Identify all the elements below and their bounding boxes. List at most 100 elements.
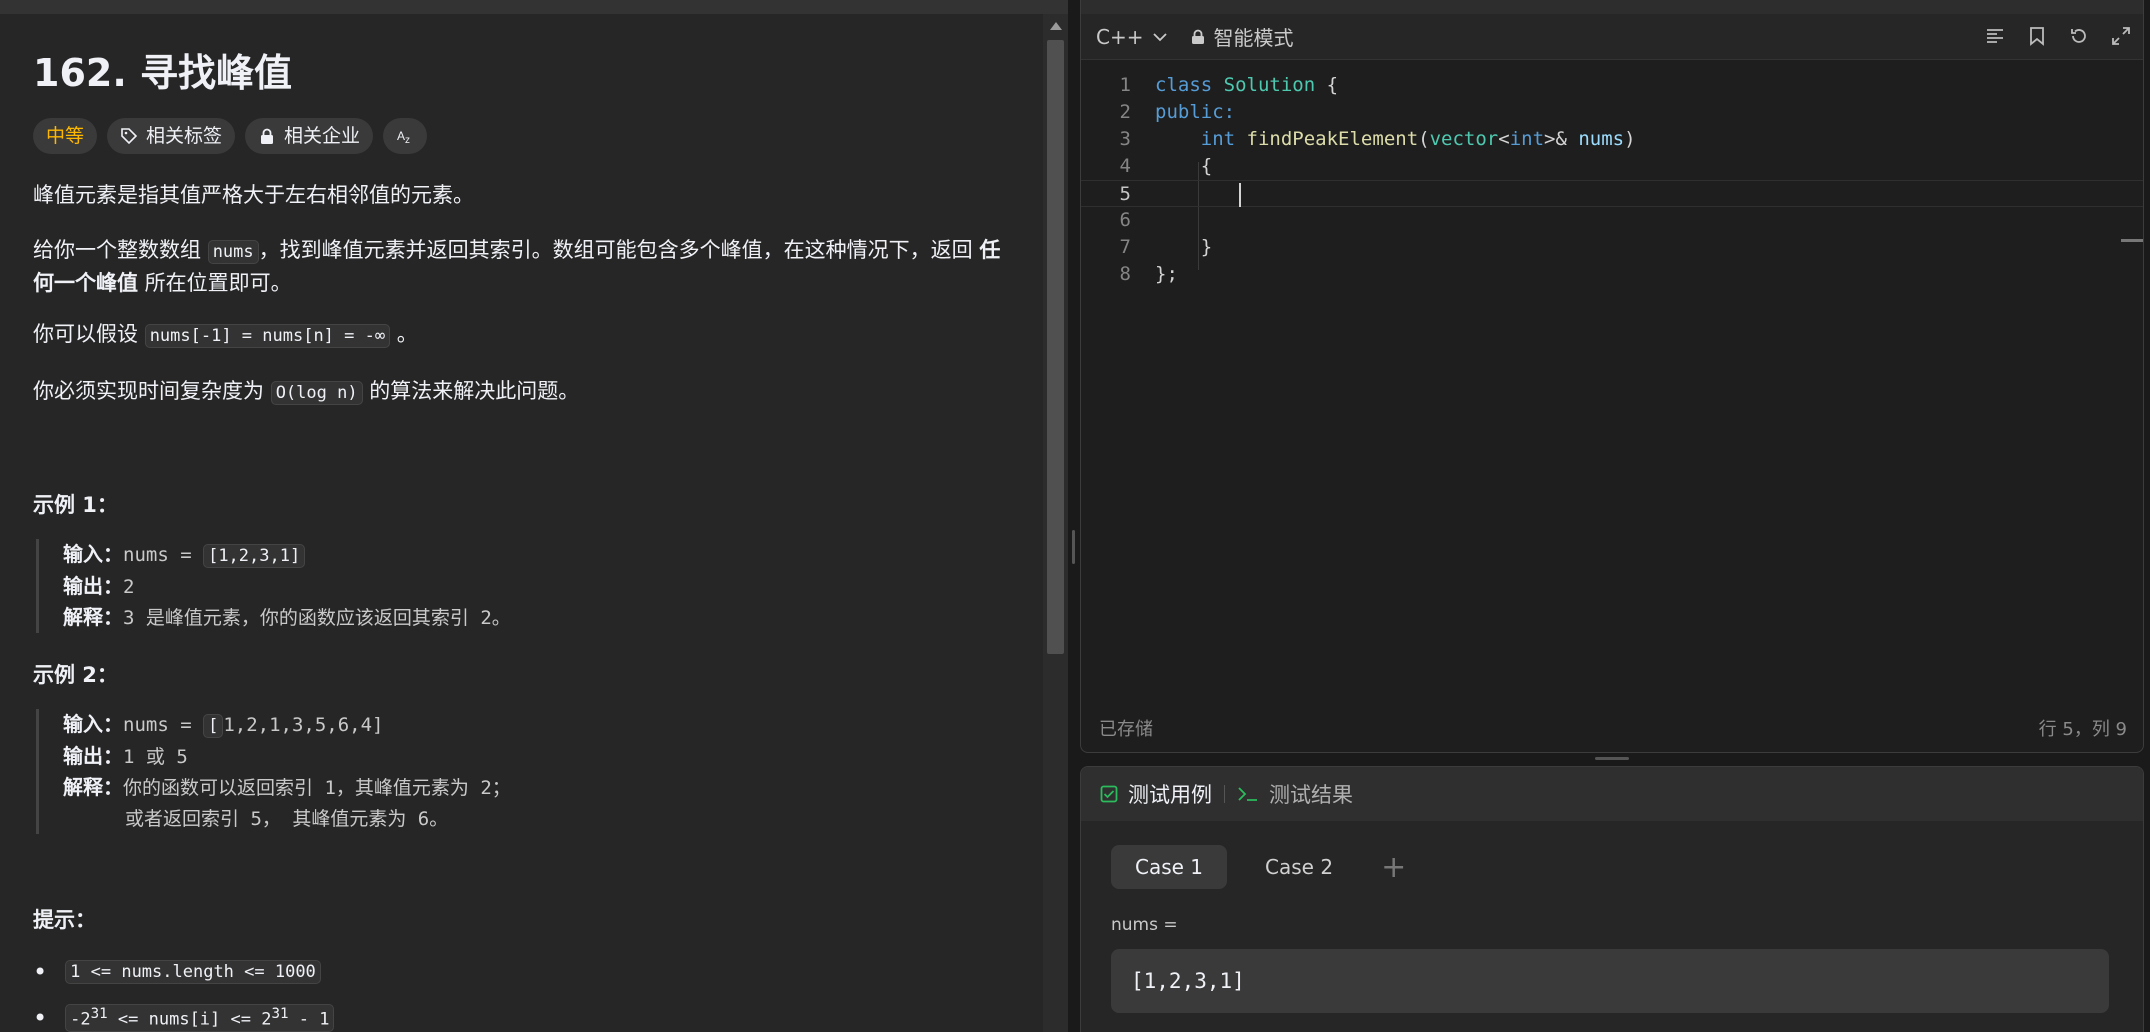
problem-panel: 162. 寻找峰值 中等 相关标签 相关企业 Az 峰值元素是指其值严格大于左右… — [0, 0, 1068, 1032]
scroll-up-arrow-icon[interactable] — [1050, 22, 1062, 30]
punctuation: { — [1315, 74, 1339, 96]
inline-code: nums[-1] = nums[n] = -∞ — [144, 324, 391, 348]
superscript: 31 — [90, 1006, 108, 1023]
punctuation: { — [1200, 155, 1213, 177]
code-line[interactable]: 7 } — [1081, 234, 2143, 261]
input-label: 输入： — [63, 542, 123, 566]
code-line[interactable]: 3 int findPeakElement(vector<int>& nums) — [1081, 126, 2143, 153]
language-selector[interactable]: C++ — [1096, 24, 1168, 49]
text-span: 。 — [390, 322, 418, 346]
input-label: 输入： — [63, 712, 123, 736]
scrollbar-thumb[interactable] — [1047, 40, 1064, 654]
example-2-explanation: 解释：你的函数可以返回索引 1，其峰值元素为 2； — [63, 772, 1013, 803]
output-label: 输出： — [63, 574, 123, 598]
param-label: nums = — [1111, 915, 1178, 935]
case-tab-2[interactable]: Case 2 — [1241, 845, 1357, 889]
input-value: 1,2,1,3,5,6,4] — [223, 714, 384, 736]
code-area[interactable]: 1 class Solution { 2 public: 3 int findP… — [1081, 60, 2143, 700]
code-line[interactable]: 8 }; — [1081, 261, 2143, 288]
case-tabs: Case 1 Case 2 + — [1111, 845, 1416, 889]
related-companies-button[interactable]: 相关企业 — [245, 118, 374, 154]
text-span: ，找到峰值元素并返回其索引。数组可能包含多个峰值，在这种情况下，返回 — [258, 238, 980, 262]
code-text: class Solution { — [1155, 72, 1338, 99]
problem-title[interactable]: 162. 寻找峰值 — [33, 48, 1013, 98]
text-span: -2 — [70, 1009, 91, 1030]
line-number: 4 — [1119, 155, 1131, 177]
lock-icon — [1192, 29, 1205, 44]
related-tags-button[interactable]: 相关标签 — [107, 118, 236, 154]
output-label: 输出： — [63, 744, 123, 768]
lock-icon — [261, 128, 274, 144]
tag-icon — [121, 128, 138, 145]
example-2-input: 输入：nums = [1,2,1,3,5,6,4] — [63, 709, 1013, 741]
code-line[interactable]: 1 class Solution { — [1081, 72, 2143, 99]
panel-resize-handle[interactable] — [1068, 0, 1080, 1032]
example-1-heading: 示例 1： — [33, 493, 118, 517]
code-line-current[interactable]: 5 — [1081, 180, 2143, 207]
inline-code: O(log n) — [270, 381, 363, 405]
punctuation: }; — [1155, 263, 1178, 285]
code-line[interactable]: 2 public: — [1081, 99, 2143, 126]
code-text: }; — [1155, 261, 1178, 288]
format-icon[interactable] — [1983, 24, 2007, 48]
output-value: 2 — [123, 576, 135, 598]
code-line[interactable]: 4 { — [1081, 153, 2143, 180]
example-2-explanation-cont: 或者返回索引 5， 其峰值元素为 6。 — [63, 803, 1013, 834]
text-span: 所在位置即可。 — [138, 271, 292, 295]
punctuation: } — [1200, 236, 1213, 258]
related-tags-label: 相关标签 — [146, 125, 223, 147]
inline-code: nums — [207, 240, 259, 264]
description-scrollbar[interactable] — [1043, 14, 1068, 1032]
add-case-button[interactable]: + — [1371, 850, 1416, 885]
translate-button[interactable]: Az — [383, 118, 428, 154]
type-name: Solution — [1223, 74, 1316, 96]
example-1-input: 输入：nums = [1,2,3,1] — [63, 539, 1013, 571]
inline-code: 1 <= nums.length <= 1000 — [65, 960, 321, 984]
input-var: nums = — [123, 714, 204, 736]
tab-testcases[interactable]: 测试用例 — [1100, 779, 1212, 809]
tab-label: 测试结果 — [1269, 783, 1353, 807]
editor-toolbar: C++ 智能模式 — [1081, 14, 2143, 60]
smart-mode-toggle[interactable]: 智能模式 — [1191, 22, 1293, 51]
case-tab-1[interactable]: Case 1 — [1111, 845, 1228, 889]
line-number: 1 — [1119, 74, 1131, 96]
code-text: { — [1155, 153, 1212, 180]
tab-results[interactable]: 测试结果 — [1237, 779, 1353, 809]
code-editor-panel: C++ 智能模式 1 class Solution { 2 public: 3 … — [1080, 0, 2144, 753]
list-item: 1 <= nums.length <= 1000 — [33, 958, 1013, 986]
input-var: nums = — [123, 544, 204, 566]
punctuation: ) — [1624, 128, 1636, 150]
description-paragraph-4: 你必须实现时间复杂度为 O(log n) 的算法来解决此问题。 — [33, 376, 1013, 409]
list-item: -231 <= nums[i] <= 231 - 1 — [33, 1004, 1013, 1032]
cursor-position: 行 5，列 9 — [2038, 719, 2127, 740]
code-text: } — [1155, 234, 1212, 261]
function-name: findPeakElement — [1246, 128, 1419, 150]
code-line[interactable]: 6 — [1081, 207, 2143, 234]
panel-top-bar — [1081, 0, 2143, 14]
example-1-block: 输入：nums = [1,2,3,1] 输出：2 解释：3 是峰值元素，你的函数… — [36, 539, 1013, 633]
editor-actions — [1983, 24, 2133, 48]
problem-content: 162. 寻找峰值 中等 相关标签 相关企业 Az 峰值元素是指其值严格大于左右… — [33, 14, 1013, 1032]
language-label: C++ — [1096, 24, 1144, 49]
test-tabs: 测试用例 测试结果 — [1081, 767, 2143, 821]
checkbox-icon — [1100, 785, 1118, 803]
difficulty-badge: 中等 — [33, 118, 98, 154]
svg-text:z: z — [405, 135, 410, 145]
bookmark-icon[interactable] — [2025, 24, 2049, 48]
explain-value: 3 是峰值元素，你的函数应该返回其索引 2。 — [123, 607, 511, 629]
translate-icon: Az — [397, 129, 410, 145]
line-number: 2 — [1119, 101, 1131, 123]
resize-grip[interactable] — [1072, 530, 1075, 564]
param-input[interactable]: [1,2,3,1] — [1111, 949, 2109, 1013]
vertical-resize-grip[interactable] — [1595, 757, 1629, 760]
explain-value: 或者返回索引 5， 其峰值元素为 6。 — [125, 808, 449, 830]
text-span: 你必须实现时间复杂度为 — [33, 379, 271, 403]
expand-icon[interactable] — [2109, 24, 2133, 48]
example-1-output: 输出：2 — [63, 571, 1013, 602]
mode-label: 智能模式 — [1213, 26, 1294, 50]
reset-icon[interactable] — [2067, 24, 2091, 48]
text-cursor — [1239, 183, 1241, 207]
line-number: 8 — [1119, 263, 1131, 285]
output-value: 1 或 5 — [123, 746, 188, 768]
line-number: 6 — [1119, 209, 1131, 231]
